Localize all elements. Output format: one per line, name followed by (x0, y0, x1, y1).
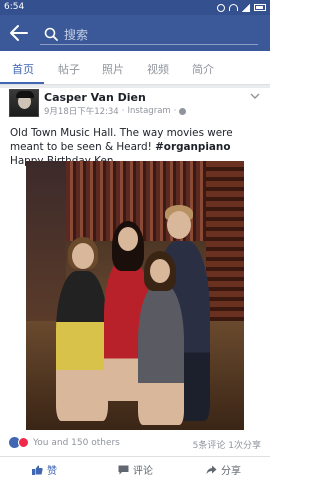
back-arrow-icon (10, 25, 28, 41)
tab-videos[interactable]: 视频 (147, 61, 169, 77)
status-icons (217, 2, 266, 13)
share-icon (206, 465, 217, 474)
search-icon (44, 27, 58, 41)
photo-face (167, 211, 191, 239)
photo-right-pipes (206, 161, 244, 321)
avatar-hair (16, 91, 34, 98)
page-tabs: 首页 帖子 照片 视频 简介 (0, 51, 270, 85)
share-label: 分享 (221, 466, 241, 477)
post-photo[interactable] (26, 161, 244, 430)
search-input[interactable]: 搜索 (40, 23, 258, 45)
post-header: Casper Van Dien 9月18日下午12:34 · Instagram… (0, 88, 270, 124)
tab-about[interactable]: 简介 (192, 61, 214, 77)
post-source: Instagram (127, 106, 171, 116)
tab-home[interactable]: 首页 (12, 61, 34, 77)
post-author[interactable]: Casper Van Dien (44, 91, 146, 104)
comment-button[interactable]: 评论 (118, 462, 153, 477)
search-header: 搜索 (0, 15, 270, 51)
wifi-icon (229, 4, 238, 11)
photo-face (150, 259, 170, 283)
post-meta: 9月18日下午12:34 · Instagram · (44, 105, 187, 117)
hashtag-link[interactable]: #organpiano (155, 141, 230, 153)
share-button[interactable]: 分享 (206, 462, 241, 477)
photo-person (56, 271, 108, 421)
share-count[interactable]: 1次分享 (228, 441, 261, 451)
comment-count[interactable]: 5条评论 (193, 441, 226, 451)
photo-face (118, 227, 138, 251)
back-button[interactable] (8, 23, 30, 43)
like-button[interactable]: 赞 (32, 462, 57, 477)
like-label: 赞 (47, 466, 57, 477)
post-actions: 赞 评论 分享 (0, 456, 270, 480)
meta-separator: · (173, 106, 177, 116)
signal-icon (242, 3, 250, 12)
globe-icon (179, 107, 187, 115)
post-date[interactable]: 9月18日下午12:34 (44, 105, 119, 117)
comment-icon (118, 465, 129, 474)
love-reaction-icon (18, 437, 29, 448)
chevron-down-icon[interactable] (250, 92, 260, 100)
tab-photos[interactable]: 照片 (102, 61, 124, 77)
reactions-summary[interactable]: You and 150 others (33, 438, 120, 448)
photo-face (72, 243, 94, 269)
battery-icon (254, 4, 266, 11)
comment-label: 评论 (133, 466, 153, 477)
status-time: 6:54 (4, 2, 25, 12)
engagement-counts: 5条评论 1次分享 (193, 438, 261, 451)
avatar[interactable] (9, 89, 39, 117)
reactions-bar[interactable]: You and 150 others 5条评论 1次分享 (0, 433, 270, 453)
tab-posts[interactable]: 帖子 (58, 61, 80, 77)
alarm-icon (217, 3, 225, 12)
thumbs-up-icon (32, 465, 43, 475)
search-placeholder: 搜索 (64, 28, 89, 42)
meta-separator: · (121, 106, 125, 116)
active-tab-indicator (0, 82, 44, 84)
status-bar: 6:54 (0, 0, 270, 15)
photo-person (138, 285, 184, 425)
